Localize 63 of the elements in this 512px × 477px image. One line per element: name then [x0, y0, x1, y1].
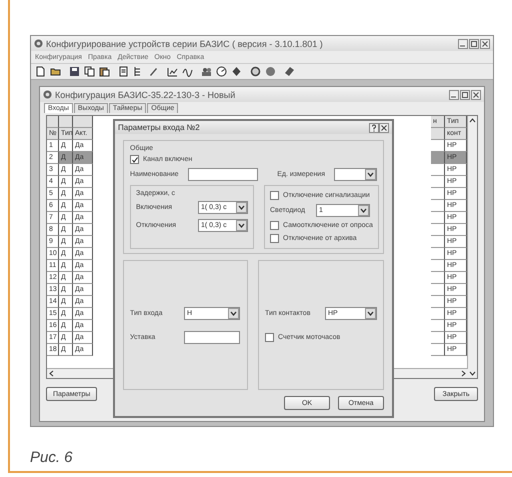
table-cell — [431, 212, 445, 224]
close-icon[interactable] — [471, 90, 481, 100]
minimize-icon[interactable] — [458, 38, 468, 48]
table-cell — [431, 152, 445, 164]
table-cell — [431, 296, 445, 308]
help-icon[interactable] — [369, 122, 379, 132]
table-cell — [431, 344, 445, 356]
scroll-right-icon[interactable] — [459, 369, 468, 378]
scroll-up-icon[interactable] — [468, 116, 477, 125]
wave-icon[interactable] — [182, 66, 193, 77]
table-cell — [431, 200, 445, 212]
open-folder-icon[interactable] — [50, 66, 61, 77]
window-title: Конфигурирование устройств серии БАЗИС ( версия - 3.10.1.801 ) — [46, 38, 324, 48]
table-cell — [431, 140, 445, 152]
column-header — [73, 116, 93, 128]
figure-caption: Рис. 6 — [30, 449, 74, 466]
document-icon[interactable] — [118, 66, 129, 77]
table-cell — [431, 224, 445, 236]
ring-icon[interactable] — [250, 66, 261, 77]
input-field[interactable] — [188, 168, 258, 180]
app-icon — [43, 90, 52, 99]
checkbox[interactable] — [270, 234, 279, 243]
input-field[interactable] — [184, 330, 240, 344]
checkbox[interactable] — [265, 332, 274, 342]
table-cell — [431, 332, 445, 344]
column-header — [59, 116, 73, 128]
paste-icon[interactable] — [99, 66, 110, 77]
checkbox[interactable] — [270, 221, 279, 230]
new-file-icon[interactable] — [35, 66, 46, 77]
app-icon — [34, 39, 43, 48]
checkbox[interactable] — [270, 190, 279, 200]
table-cell — [431, 272, 445, 284]
chart-icon[interactable] — [167, 66, 178, 77]
maximize-icon[interactable] — [460, 90, 470, 100]
scroll-down-icon[interactable] — [468, 369, 477, 378]
users-icon[interactable] — [201, 66, 212, 77]
table-cell — [431, 320, 445, 332]
checkbox[interactable] — [130, 155, 139, 164]
record-icon[interactable] — [265, 66, 276, 77]
table-cell — [431, 260, 445, 272]
gauge-icon[interactable] — [216, 66, 227, 77]
dialog-title: Параметры входа №2 — [118, 123, 201, 132]
table-cell — [431, 248, 445, 260]
table-cell — [431, 236, 445, 248]
close-icon[interactable] — [480, 38, 490, 48]
child-window-title: Конфигурация БАЗИС-35.22-130-3 - Новый — [55, 90, 236, 100]
eraser-icon[interactable] — [284, 66, 295, 77]
vertical-scrollbar[interactable] — [467, 116, 477, 378]
copy-icon[interactable] — [84, 66, 95, 77]
column-header — [47, 116, 59, 128]
maximize-icon[interactable] — [469, 38, 479, 48]
pen-icon[interactable] — [148, 66, 159, 77]
table-cell — [431, 308, 445, 320]
close-icon[interactable] — [379, 122, 389, 132]
table-cell — [431, 176, 445, 188]
save-icon[interactable] — [69, 66, 80, 77]
column-header — [431, 128, 445, 140]
table-cell — [431, 284, 445, 296]
table-cell — [431, 188, 445, 200]
scroll-left-icon[interactable] — [47, 369, 56, 378]
table-cell — [431, 164, 445, 176]
minimize-icon[interactable] — [449, 90, 459, 100]
diamond-icon[interactable] — [231, 66, 242, 77]
